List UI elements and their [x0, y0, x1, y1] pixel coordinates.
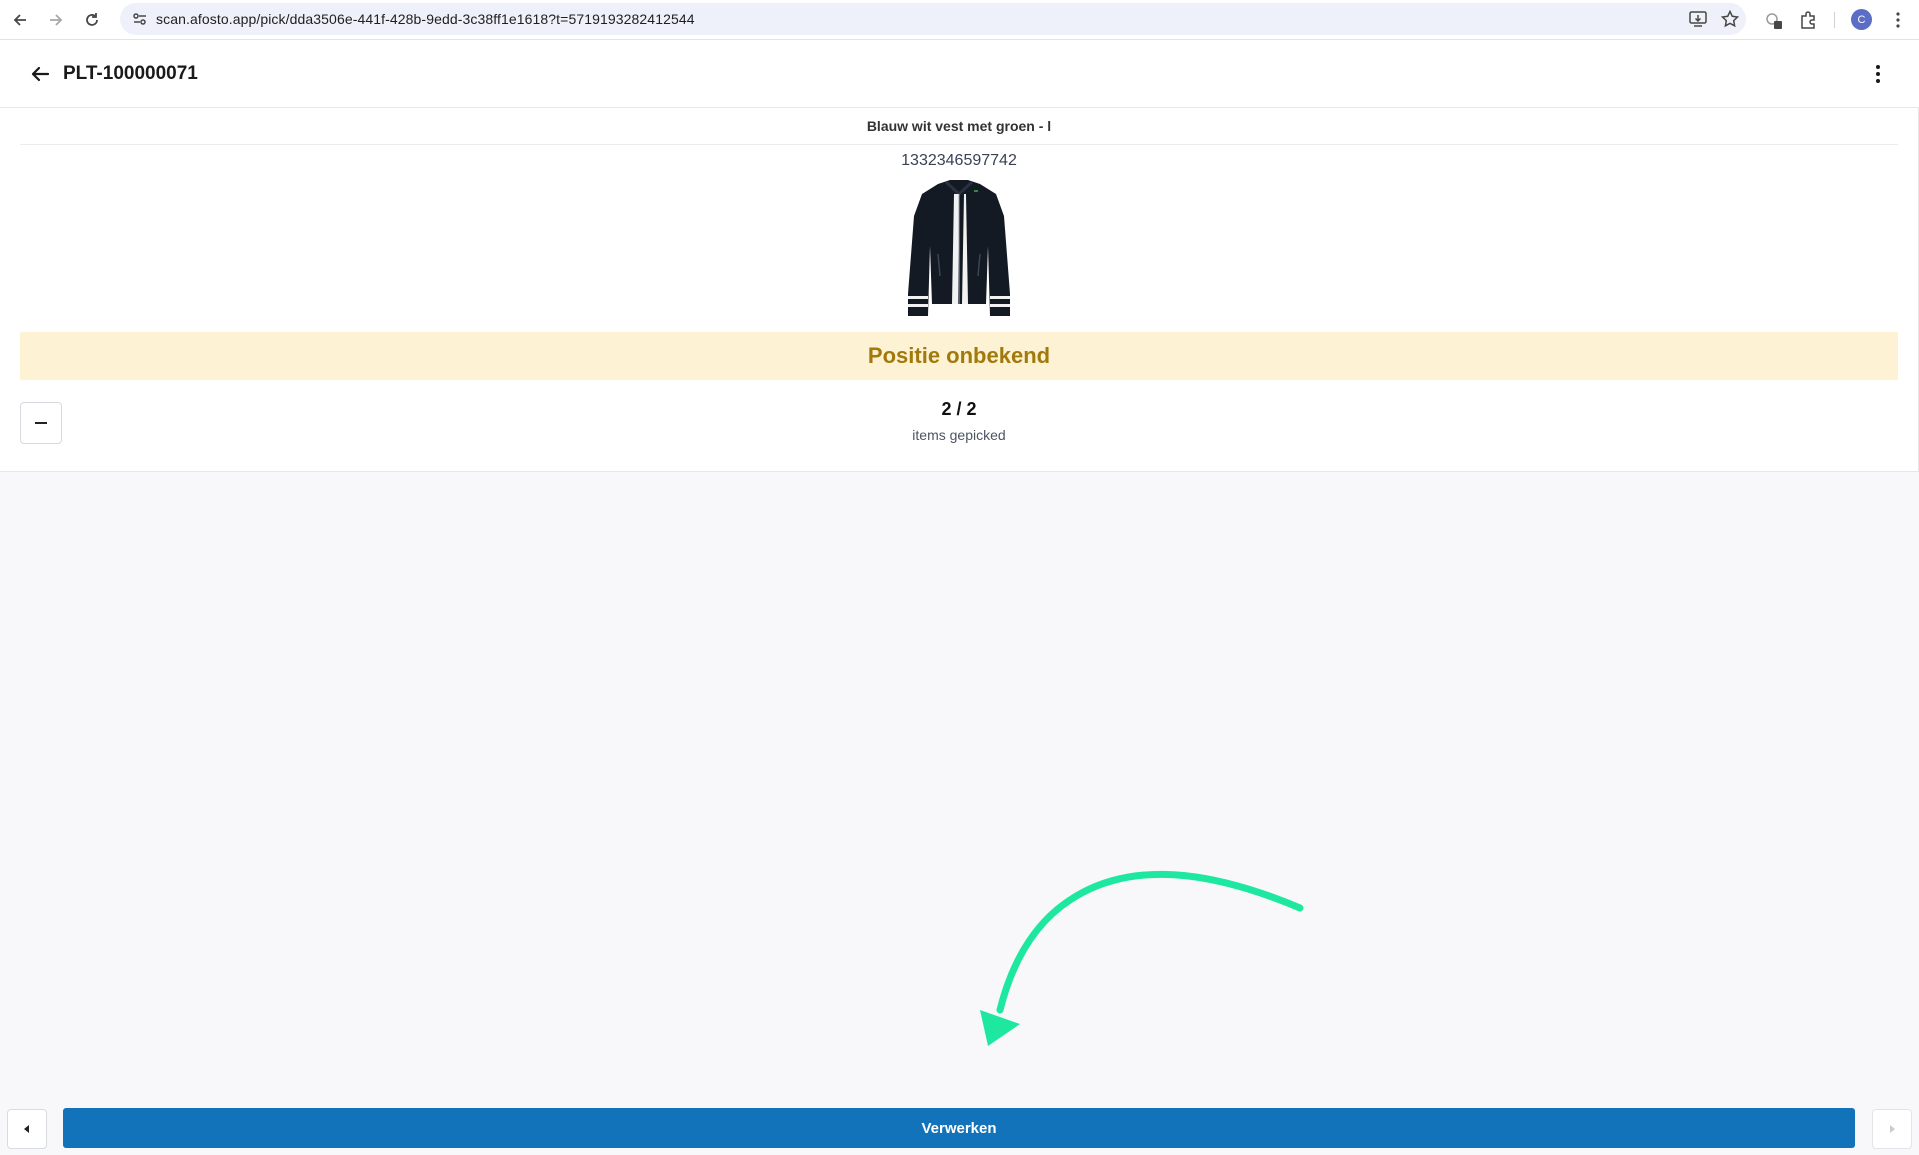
product-name: Blauw wit vest met groen - l: [866, 118, 1052, 134]
profile-avatar[interactable]: C: [1851, 9, 1872, 30]
address-bar[interactable]: scan.afosto.app/pick/dda3506e-441f-428b-…: [120, 3, 1746, 35]
next-item-button[interactable]: [1872, 1109, 1912, 1149]
app-header: PLT-100000071: [0, 40, 1919, 108]
picked-count-label: items gepicked: [912, 427, 1006, 443]
jacket-image-icon: [908, 180, 1010, 316]
bottom-action-bar: Verwerken: [0, 1100, 1919, 1155]
url-text: scan.afosto.app/pick/dda3506e-441f-428b-…: [156, 11, 695, 27]
browser-forward-icon[interactable]: [44, 8, 68, 32]
previous-item-button[interactable]: [7, 1109, 47, 1149]
browser-reload-icon[interactable]: [80, 8, 104, 32]
more-options-icon[interactable]: [1866, 62, 1890, 86]
product-barcode: 1332346597742: [901, 152, 1017, 169]
browser-menu-icon[interactable]: [1886, 8, 1910, 32]
back-arrow-icon[interactable]: [28, 62, 52, 86]
browser-back-icon[interactable]: [8, 8, 32, 32]
site-info-icon[interactable]: [130, 9, 150, 29]
position-status-banner: Positie onbekend: [20, 332, 1898, 380]
caret-left-icon: [24, 1125, 29, 1133]
process-button[interactable]: Verwerken: [63, 1108, 1855, 1148]
extensions-icon[interactable]: [1796, 8, 1820, 32]
install-app-icon[interactable]: [1688, 9, 1708, 29]
card-divider: [20, 144, 1898, 145]
annotation-arrow-icon: [980, 870, 1304, 1046]
bookmark-star-icon[interactable]: [1720, 9, 1740, 29]
pick-item-card: Blauw wit vest met groen - l 13323465977…: [0, 108, 1919, 472]
page-title: PLT-100000071: [63, 63, 198, 84]
toolbar-divider: [1834, 12, 1835, 28]
caret-right-icon: [1890, 1125, 1895, 1133]
extension-puzzle-badge-icon[interactable]: [1762, 8, 1786, 32]
picked-count: 2 / 2: [941, 399, 977, 419]
browser-toolbar: scan.afosto.app/pick/dda3506e-441f-428b-…: [0, 0, 1919, 40]
